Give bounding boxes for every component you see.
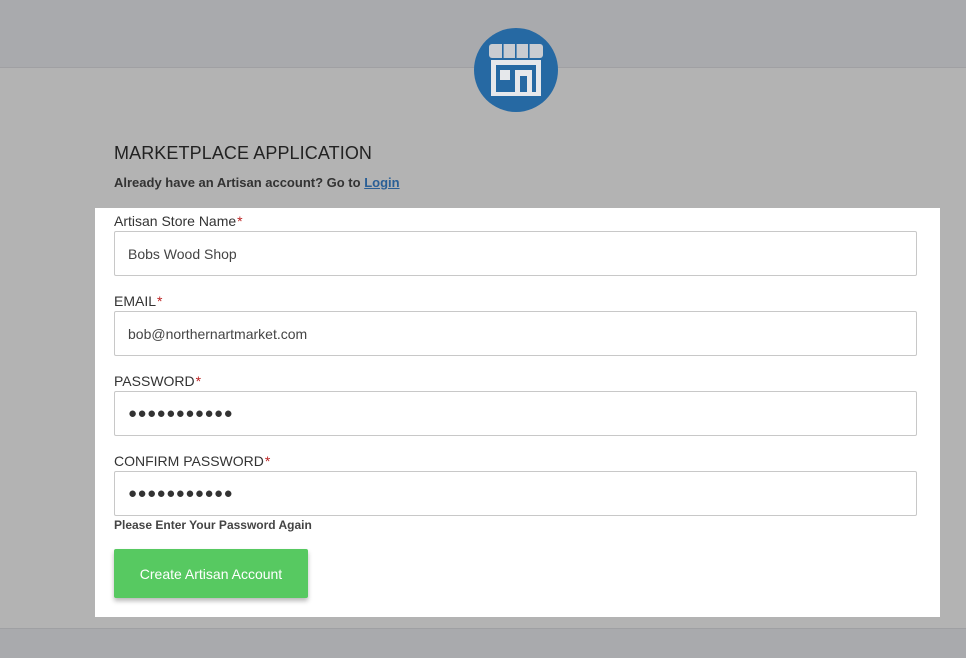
login-prompt-text: Already have an Artisan account? Go to xyxy=(114,175,361,190)
storefront-icon xyxy=(474,28,558,112)
password-label: PASSWORD* xyxy=(114,373,202,389)
confirm-password-hint: Please Enter Your Password Again xyxy=(114,518,312,532)
required-marker: * xyxy=(237,213,243,229)
required-marker: * xyxy=(264,453,271,469)
login-link[interactable]: Login xyxy=(364,175,399,190)
confirm-password-label: CONFIRM PASSWORD* xyxy=(114,453,271,469)
email-label: EMAIL* xyxy=(114,293,163,309)
footer-band xyxy=(0,628,966,658)
confirm-password-input[interactable] xyxy=(114,471,917,516)
store-name-input[interactable] xyxy=(114,231,917,276)
create-account-button[interactable]: Create Artisan Account xyxy=(114,549,308,598)
store-name-label: Artisan Store Name* xyxy=(114,213,243,229)
page-title: MARKETPLACE APPLICATION xyxy=(114,143,373,163)
required-marker: * xyxy=(157,293,163,309)
required-marker: * xyxy=(195,373,202,389)
email-input[interactable] xyxy=(114,311,917,356)
password-input[interactable] xyxy=(114,391,917,436)
login-prompt: Already have an Artisan account? Go to L… xyxy=(114,175,400,190)
